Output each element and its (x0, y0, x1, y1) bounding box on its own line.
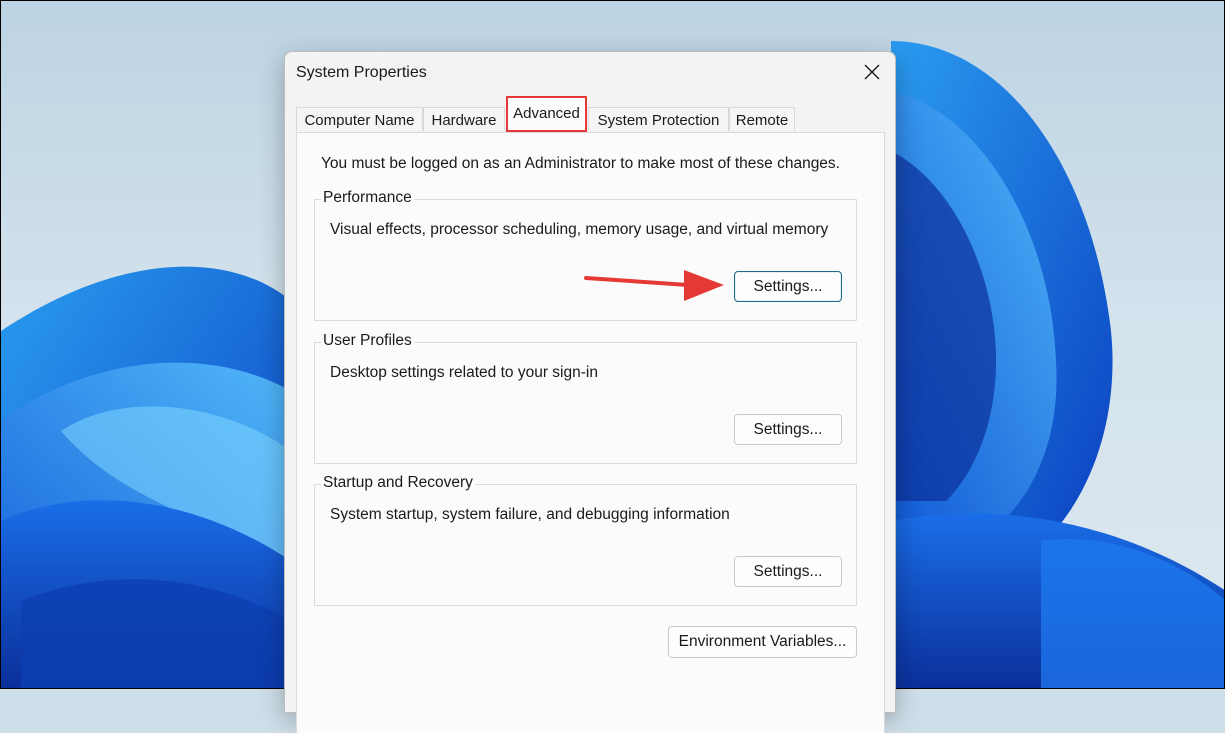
user-profiles-group: User Profiles Desktop settings related t… (314, 332, 857, 464)
performance-description: Visual effects, processor scheduling, me… (330, 221, 829, 238)
startup-recovery-label: Startup and Recovery (321, 474, 475, 492)
admin-note: You must be logged on as an Administrato… (321, 155, 840, 172)
startup-recovery-settings-button[interactable]: Settings... (734, 556, 842, 587)
startup-recovery-description: System startup, system failure, and debu… (330, 506, 730, 523)
tab-computer-name[interactable]: Computer Name (296, 107, 423, 131)
window-title: System Properties (296, 64, 427, 81)
tab-system-protection[interactable]: System Protection (588, 107, 729, 131)
system-properties-dialog: System Properties Computer Name Hardware… (284, 51, 896, 733)
user-profiles-settings-button[interactable]: Settings... (734, 414, 842, 445)
performance-settings-button[interactable]: Settings... (734, 271, 842, 302)
tab-advanced[interactable]: Advanced (506, 96, 587, 132)
environment-variables-button[interactable]: Environment Variables... (668, 626, 857, 658)
tab-remote[interactable]: Remote (729, 107, 795, 131)
tab-hardware[interactable]: Hardware (423, 107, 505, 131)
advanced-tab-panel: You must be logged on as an Administrato… (296, 132, 885, 733)
red-arrow-icon (584, 270, 724, 301)
close-button[interactable] (855, 57, 889, 87)
startup-recovery-group: Startup and Recovery System startup, sys… (314, 474, 857, 606)
performance-label: Performance (321, 189, 414, 207)
user-profiles-description: Desktop settings related to your sign-in (330, 364, 598, 381)
user-profiles-label: User Profiles (321, 332, 414, 350)
close-icon (864, 64, 880, 80)
